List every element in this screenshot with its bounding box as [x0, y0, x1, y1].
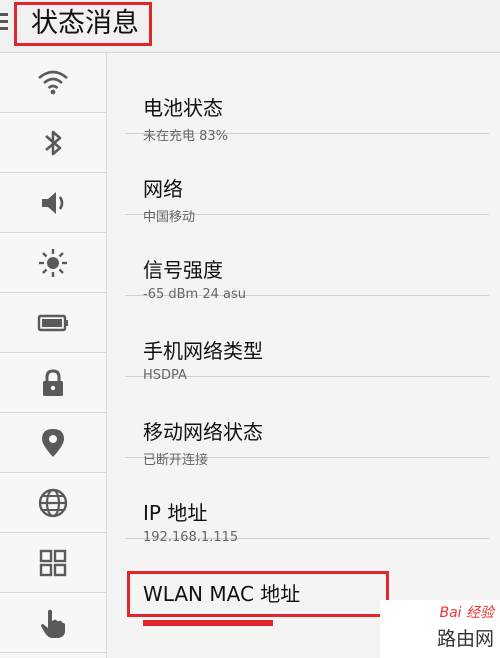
- list-item-network[interactable]: 网络 中国移动: [125, 134, 489, 225]
- row-title: 移动网络状态: [143, 420, 263, 444]
- sidebar-item-bluetooth[interactable]: [0, 113, 106, 173]
- list-item-mobile-network-state[interactable]: 移动网络状态 已断开连接: [125, 377, 489, 468]
- wifi-icon: [38, 70, 68, 94]
- row-title: 电池状态: [143, 96, 223, 120]
- list-item-ip-address[interactable]: IP 地址 192.168.1.115: [125, 458, 489, 545]
- globe-icon: [38, 488, 68, 517]
- watermark: Bai 经验 路由网: [380, 600, 500, 658]
- page-title: 状态消息: [14, 2, 152, 46]
- row-title: 网络: [143, 177, 183, 201]
- row-title: IP 地址: [143, 501, 208, 525]
- row-title: 信号强度: [143, 258, 223, 282]
- sidebar-item-display[interactable]: [0, 233, 106, 293]
- apps-grid-icon: [39, 549, 67, 576]
- sidebar-item-sound[interactable]: [0, 173, 106, 233]
- volume-icon: [42, 191, 64, 214]
- list-item-signal-strength[interactable]: 信号强度 -65 dBm 24 asu: [125, 215, 489, 302]
- watermark-site: 路由网: [436, 628, 494, 650]
- location-icon: [42, 428, 64, 457]
- menu-icon[interactable]: [0, 13, 8, 33]
- status-list: 电池状态 未在充电 83% 网络 中国移动 信号强度 -65 dBm 24 as…: [107, 53, 500, 658]
- battery-icon: [37, 314, 68, 331]
- redaction-underline: [143, 620, 273, 626]
- row-title: 手机网络类型: [143, 339, 263, 363]
- app-header: 状态消息: [0, 0, 500, 53]
- list-item-battery-status[interactable]: 电池状态 未在充电 83%: [125, 53, 489, 144]
- watermark-brand: Bai 经验: [439, 605, 494, 621]
- lock-icon: [43, 368, 63, 396]
- brightness-icon: [39, 248, 67, 277]
- sidebar-item-location[interactable]: [0, 413, 106, 473]
- sidebar-item-apps[interactable]: [0, 533, 106, 593]
- sidebar-item-security[interactable]: [0, 353, 106, 413]
- sidebar-item-language[interactable]: [0, 473, 106, 533]
- sidebar: [0, 53, 107, 658]
- sidebar-item-battery[interactable]: [0, 293, 106, 353]
- bluetooth-icon: [45, 130, 62, 155]
- sidebar-item-gestures[interactable]: [0, 593, 106, 653]
- list-item-network-type[interactable]: 手机网络类型 HSDPA: [125, 296, 489, 383]
- hand-pointer-icon: [41, 609, 65, 638]
- wlan-mac-highlight-box: [127, 571, 389, 617]
- sidebar-item-wifi[interactable]: [0, 53, 106, 113]
